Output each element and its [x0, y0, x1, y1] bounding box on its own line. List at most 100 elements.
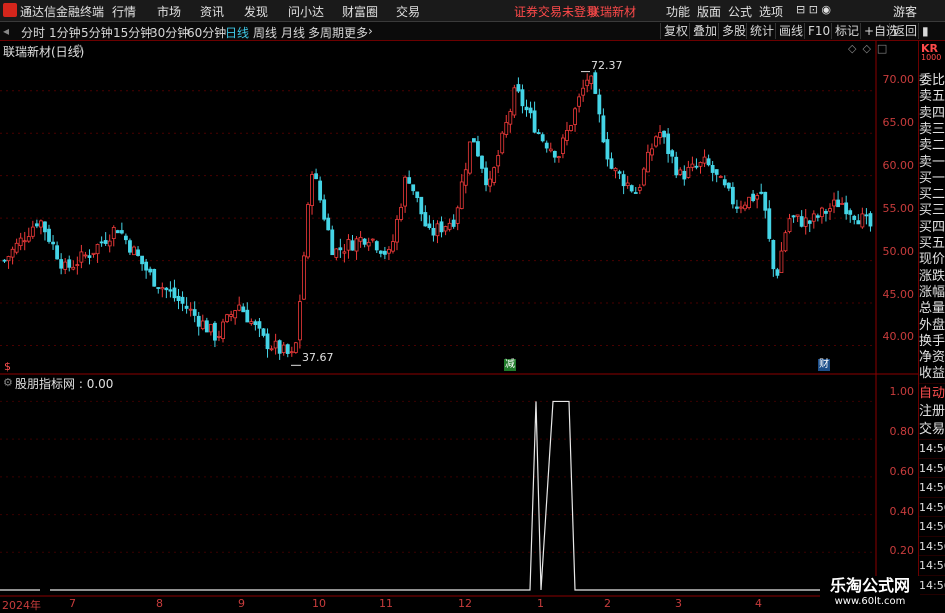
candle-body-57: [233, 310, 238, 319]
menu-faxian[interactable]: 发现: [244, 3, 268, 20]
btn-tongji[interactable]: 统计: [746, 23, 777, 39]
candle-body-166: [674, 156, 679, 176]
candle-body-75: [306, 204, 310, 258]
menu-gongshi[interactable]: 公式: [728, 3, 752, 20]
y-tick-45: 45.00: [882, 288, 915, 301]
candle-body-7: [30, 226, 35, 237]
candle-body-26: [107, 240, 112, 247]
menu-xuanxiang[interactable]: 选项: [759, 3, 783, 20]
candle-body-86: [350, 240, 355, 251]
candle-body-200: [811, 213, 816, 222]
candle-body-81: [330, 229, 335, 256]
period-5min[interactable]: 5分钟: [81, 24, 113, 41]
candle-body-155: [629, 185, 634, 192]
candle-body-52: [213, 322, 217, 341]
candle-body-22: [91, 252, 96, 255]
osc-tick-02: 0.20: [889, 544, 915, 557]
x-tick-11: 11: [379, 597, 393, 610]
btn-biaoji[interactable]: 标记: [831, 23, 862, 39]
panel-toggle-icon[interactable]: ▮: [918, 23, 945, 39]
candle-body-31: [128, 240, 132, 253]
app-logo-icon: [3, 3, 17, 17]
candle-body-20: [83, 254, 88, 257]
candle-body-114: [463, 169, 468, 186]
candle-body-76: [310, 174, 314, 206]
side-trade[interactable]: 交易: [919, 421, 945, 440]
tick-time-6: 14:56: [919, 557, 945, 576]
period-60min[interactable]: 60分钟: [187, 24, 226, 41]
y-tick-65: 65.00: [882, 116, 915, 129]
candle-body-43: [176, 295, 181, 302]
menu-zixun[interactable]: 资讯: [200, 3, 224, 20]
candle-body-186: [755, 195, 760, 200]
menu-hangqing[interactable]: 行情: [112, 3, 136, 20]
menu-gongneng[interactable]: 功能: [666, 3, 690, 20]
period-toolbar: ◂ 分时 1分钟 5分钟 15分钟 30分钟 60分钟 日线 周线 月线 多周期…: [0, 22, 945, 41]
candle-body-107: [435, 223, 440, 237]
watermark-url: www.60lt.com: [834, 596, 906, 607]
btn-diejia[interactable]: 叠加: [689, 23, 720, 39]
chart-window-icon[interactable]: ◇◇□: [848, 42, 893, 55]
btn-duogu[interactable]: 多股: [718, 23, 749, 39]
period-1min[interactable]: 1分钟: [49, 24, 81, 41]
btn-fuquan[interactable]: 复权: [660, 23, 691, 39]
candle-body-61: [249, 321, 254, 324]
trade-login-notice[interactable]: 证券交易未登录: [514, 3, 598, 20]
osc-tick-08: 0.80: [889, 425, 915, 438]
candle-body-72: [293, 342, 298, 353]
candle-body-134: [544, 142, 549, 149]
candle-body-116: [471, 138, 476, 143]
btn-huaxian[interactable]: 画线: [775, 23, 806, 39]
menu-banmian[interactable]: 版面: [697, 3, 721, 20]
y-tick-50: 50.00: [882, 245, 915, 258]
tick-time-0: 14:56: [919, 440, 945, 459]
toolbar-chevron-icon[interactable]: ◂: [3, 24, 9, 38]
period-monthly[interactable]: 月线: [281, 24, 305, 41]
candle-body-112: [455, 207, 460, 224]
menu-wenxiaoda[interactable]: 问小达: [288, 3, 324, 20]
candle-body-144: [585, 79, 590, 87]
candle-body-137: [556, 156, 561, 159]
indicator-settings-icon[interactable]: ⚙: [3, 376, 13, 389]
chart-settings-icon[interactable]: ⚙: [73, 42, 84, 56]
more-chevron-icon[interactable]: ›: [368, 24, 373, 38]
candle-body-80: [326, 217, 331, 231]
btn-fanhui[interactable]: 返回: [889, 23, 920, 39]
side-register[interactable]: 注册: [919, 403, 945, 422]
candle-body-203: [824, 210, 828, 214]
candle-body-119: [484, 167, 488, 186]
period-15min[interactable]: 15分钟: [113, 24, 152, 41]
menu-shichang[interactable]: 市场: [157, 3, 181, 20]
reduction-marker[interactable]: 减: [504, 359, 516, 371]
menu-caifuquan[interactable]: 财富圈: [342, 3, 378, 20]
candle-body-130: [528, 107, 533, 114]
candle-body-17: [71, 266, 76, 270]
indicator-line: [50, 400, 876, 591]
candle-body-128: [520, 89, 525, 107]
candle-body-85: [346, 239, 351, 251]
candle-body-18: [75, 264, 80, 267]
period-daily[interactable]: 日线: [225, 24, 249, 41]
period-more[interactable]: 更多: [344, 24, 368, 41]
candle-body-180: [730, 186, 735, 205]
menu-jiaoyi[interactable]: 交易: [396, 3, 420, 20]
candle-body-136: [552, 150, 557, 158]
window-controls-icon[interactable]: ⊟ ⊡ ◉: [796, 3, 831, 16]
period-multi[interactable]: 多周期: [308, 24, 344, 41]
candle-body-135: [548, 148, 553, 152]
period-30min[interactable]: 30分钟: [150, 24, 189, 41]
period-fenshi[interactable]: 分时: [21, 24, 45, 41]
dividend-marker[interactable]: $: [4, 360, 11, 373]
finance-marker[interactable]: 财: [818, 359, 830, 371]
candle-body-179: [726, 182, 731, 189]
chart-canvas[interactable]: [0, 41, 918, 609]
candle-body-44: [180, 296, 185, 304]
btn-f10[interactable]: F10: [804, 23, 833, 39]
period-weekly[interactable]: 周线: [253, 24, 277, 41]
candle-body-131: [532, 110, 537, 133]
candle-body-174: [706, 158, 711, 166]
side-auto[interactable]: 自动: [919, 385, 945, 404]
candle-body-87: [354, 238, 359, 252]
x-tick-2024: 2024年: [2, 599, 41, 612]
user-label[interactable]: 游客: [893, 3, 917, 20]
